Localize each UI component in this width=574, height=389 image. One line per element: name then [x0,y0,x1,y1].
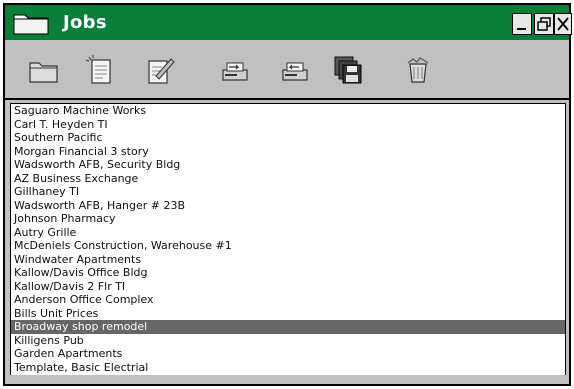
title-bar[interactable]: Jobs [5,5,572,42]
close-icon [557,17,569,31]
floppy-disk-icon [334,56,362,84]
export-icon [222,62,248,81]
job-list-item[interactable]: McDeniels Construction, Warehouse #1 [11,239,565,253]
edit-document-button[interactable] [142,54,176,86]
job-list-item[interactable]: Kallow/Davis 2 Flr TI [11,280,565,294]
window-title: Jobs [63,12,107,33]
jobs-listbox[interactable]: Saguaro Machine Works Carl T. Heyden TI So… [10,103,566,378]
job-list-item[interactable]: Johnson Pharmacy [11,212,565,226]
jobs-window: Jobs Saguaro Machine Works Carl T. Heyde… [3,3,572,386]
job-list-item[interactable]: Kallow/Davis Office Bldg [11,266,565,280]
open-folder-button[interactable] [27,54,61,86]
trash-icon [407,57,429,83]
export-button[interactable] [217,54,251,86]
job-list-item[interactable]: Template, Basic Electrial [11,361,565,375]
status-bar [5,375,569,384]
job-list-item[interactable]: AZ Business Exchange [11,172,565,186]
folder-icon [29,62,58,83]
minimize-button[interactable] [512,13,532,35]
new-document-button[interactable] [83,54,117,86]
import-icon [282,62,308,81]
job-list-item[interactable]: Saguaro Machine Works [11,104,565,118]
job-list-item[interactable]: Anderson Office Complex [11,293,565,307]
folder-icon [13,14,49,35]
job-list-item[interactable]: Wadsworth AFB, Security Bldg [11,158,565,172]
job-list-item[interactable]: Wadsworth AFB, Hanger # 23B [11,199,565,213]
job-list-item[interactable]: Southern Pacific [11,131,565,145]
job-list-item[interactable]: Carl T. Heyden TI [11,118,565,132]
restore-button[interactable] [534,13,554,35]
minimize-icon [517,28,526,30]
job-list-item[interactable]: Killigens Pub [11,334,565,348]
job-list-item[interactable]: Autry Grille [11,226,565,240]
edit-document-icon [148,58,175,84]
save-button[interactable] [332,54,366,86]
new-document-icon [85,55,111,84]
import-button[interactable] [277,54,311,86]
job-list-item[interactable]: Windwater Apartments [11,253,565,267]
restore-icon [537,17,551,31]
delete-button[interactable] [401,54,435,86]
job-list-item[interactable]: Bills Unit Prices [11,307,565,321]
job-list-item[interactable]: Garden Apartments [11,347,565,361]
toolbar [5,40,569,100]
close-button[interactable] [554,13,572,35]
job-list-item[interactable]: Broadway shop remodel [11,320,565,334]
job-list-item[interactable]: Morgan Financial 3 story [11,145,565,159]
job-list-item[interactable]: Gillhaney TI [11,185,565,199]
